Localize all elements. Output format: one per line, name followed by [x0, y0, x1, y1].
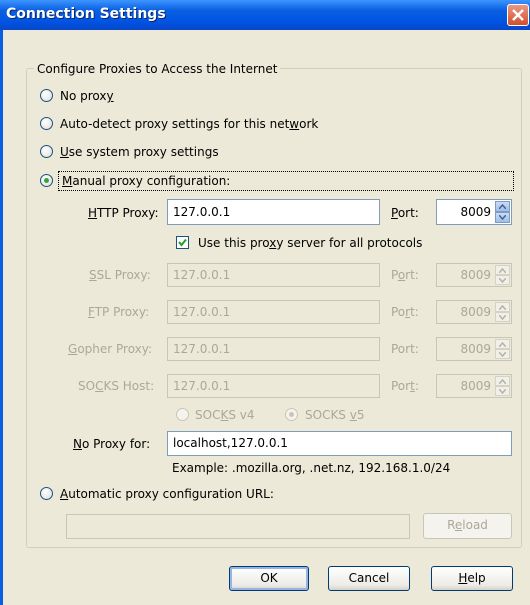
close-button[interactable] [507, 4, 529, 26]
no-proxy-for-input[interactable]: localhost,127.0.0.1 [167, 431, 512, 456]
gopher-proxy-input[interactable]: 127.0.0.1 [167, 337, 380, 361]
radio-socks-v5[interactable] [285, 408, 298, 421]
http-port-spinner[interactable]: 8009 [436, 199, 512, 225]
socks-port-down-button[interactable] [495, 386, 510, 396]
label-ssl-proxy: SSL Proxy: [89, 268, 151, 282]
arrow-up-icon [499, 379, 506, 384]
label-auto-config-url: Automatic proxy configuration URL: [60, 487, 274, 501]
arrow-up-icon [499, 268, 506, 273]
window-frame-left [0, 30, 3, 605]
ssl-port-up-button[interactable] [495, 265, 510, 275]
arrow-up-icon [499, 204, 506, 209]
gopher-port-up-button[interactable] [495, 339, 510, 349]
label-system-proxy: Use system proxy settings [60, 145, 219, 159]
label-no-proxy-for: No Proxy for: [73, 437, 151, 451]
radio-no-proxy[interactable] [40, 89, 53, 102]
label-auto-detect: Auto-detect proxy settings for this netw… [60, 117, 319, 131]
label-ftp-port: Port: [391, 305, 419, 319]
ssl-proxy-input[interactable]: 127.0.0.1 [167, 263, 380, 287]
ftp-port-down-button[interactable] [495, 312, 510, 322]
ssl-port-down-button[interactable] [495, 275, 510, 285]
arrow-down-icon [499, 389, 506, 394]
ftp-proxy-input[interactable]: 127.0.0.1 [167, 300, 380, 324]
label-socks-host: SOCKS Host: [78, 379, 155, 393]
gopher-port-spinner[interactable]: 8009 [436, 337, 512, 361]
cancel-button[interactable]: Cancel [328, 566, 410, 591]
http-port-down-button[interactable] [495, 212, 510, 223]
label-socks-v5: SOCKS v5 [305, 408, 365, 422]
label-manual-proxy: Manual proxy configuration: [62, 174, 231, 188]
title-bar: Connection Settings [0, 0, 530, 30]
radio-selected-dot [44, 178, 49, 183]
http-port-up-button[interactable] [495, 201, 510, 212]
gopher-port-value: 8009 [460, 342, 491, 356]
label-socks-port: Port: [391, 379, 419, 393]
ftp-port-value: 8009 [460, 305, 491, 319]
checkmark-icon [178, 238, 187, 247]
auto-config-url-input[interactable] [66, 514, 410, 539]
group-legend: Configure Proxies to Access the Internet [34, 62, 281, 76]
radio-manual-proxy[interactable] [40, 174, 53, 187]
arrow-down-icon [499, 315, 506, 320]
label-gopher-proxy: Gopher Proxy: [68, 342, 153, 356]
help-button[interactable]: Help [431, 566, 513, 591]
label-no-proxy: No proxy [60, 89, 114, 103]
radio-selected-dot [289, 412, 294, 417]
label-http-port: Port: [391, 206, 419, 220]
ssl-port-spinner[interactable]: 8009 [436, 263, 512, 287]
label-gopher-port: Port: [391, 342, 419, 356]
radio-auto-config-url[interactable] [40, 487, 53, 500]
arrow-down-icon [499, 352, 506, 357]
ftp-port-spinner[interactable]: 8009 [436, 300, 512, 324]
label-http-proxy: HTTP Proxy: [88, 206, 159, 220]
socks-host-input[interactable]: 127.0.0.1 [167, 374, 380, 398]
radio-socks-v4[interactable] [176, 408, 189, 421]
label-ftp-proxy: FTP Proxy: [88, 305, 150, 319]
label-socks-v4: SOCKS v4 [195, 408, 255, 422]
gopher-port-down-button[interactable] [495, 349, 510, 359]
label-use-all-protocols: Use this proxy server for all protocols [198, 236, 423, 250]
connection-settings-dialog: Connection Settings Configure Proxies to… [0, 0, 530, 605]
arrow-up-icon [499, 342, 506, 347]
http-proxy-input[interactable]: 127.0.0.1 [167, 199, 380, 225]
no-proxy-example-text: Example: .mozilla.org, .net.nz, 192.168.… [172, 461, 451, 475]
radio-auto-detect[interactable] [40, 117, 53, 130]
arrow-down-icon [499, 278, 506, 283]
radio-system-proxy[interactable] [40, 145, 53, 158]
socks-port-up-button[interactable] [495, 376, 510, 386]
ssl-port-value: 8009 [460, 268, 491, 282]
use-all-protocols-checkbox[interactable] [176, 236, 189, 249]
label-ssl-port: Port: [391, 268, 419, 282]
ftp-port-up-button[interactable] [495, 302, 510, 312]
arrow-down-icon [499, 215, 506, 220]
socks-port-spinner[interactable]: 8009 [436, 374, 512, 398]
http-port-value: 8009 [460, 205, 491, 219]
socks-port-value: 8009 [460, 379, 491, 393]
ok-button[interactable]: OK [229, 566, 309, 591]
arrow-up-icon [499, 305, 506, 310]
close-icon [512, 9, 524, 21]
reload-button[interactable]: Reload [423, 513, 512, 539]
window-title: Connection Settings [6, 6, 166, 22]
